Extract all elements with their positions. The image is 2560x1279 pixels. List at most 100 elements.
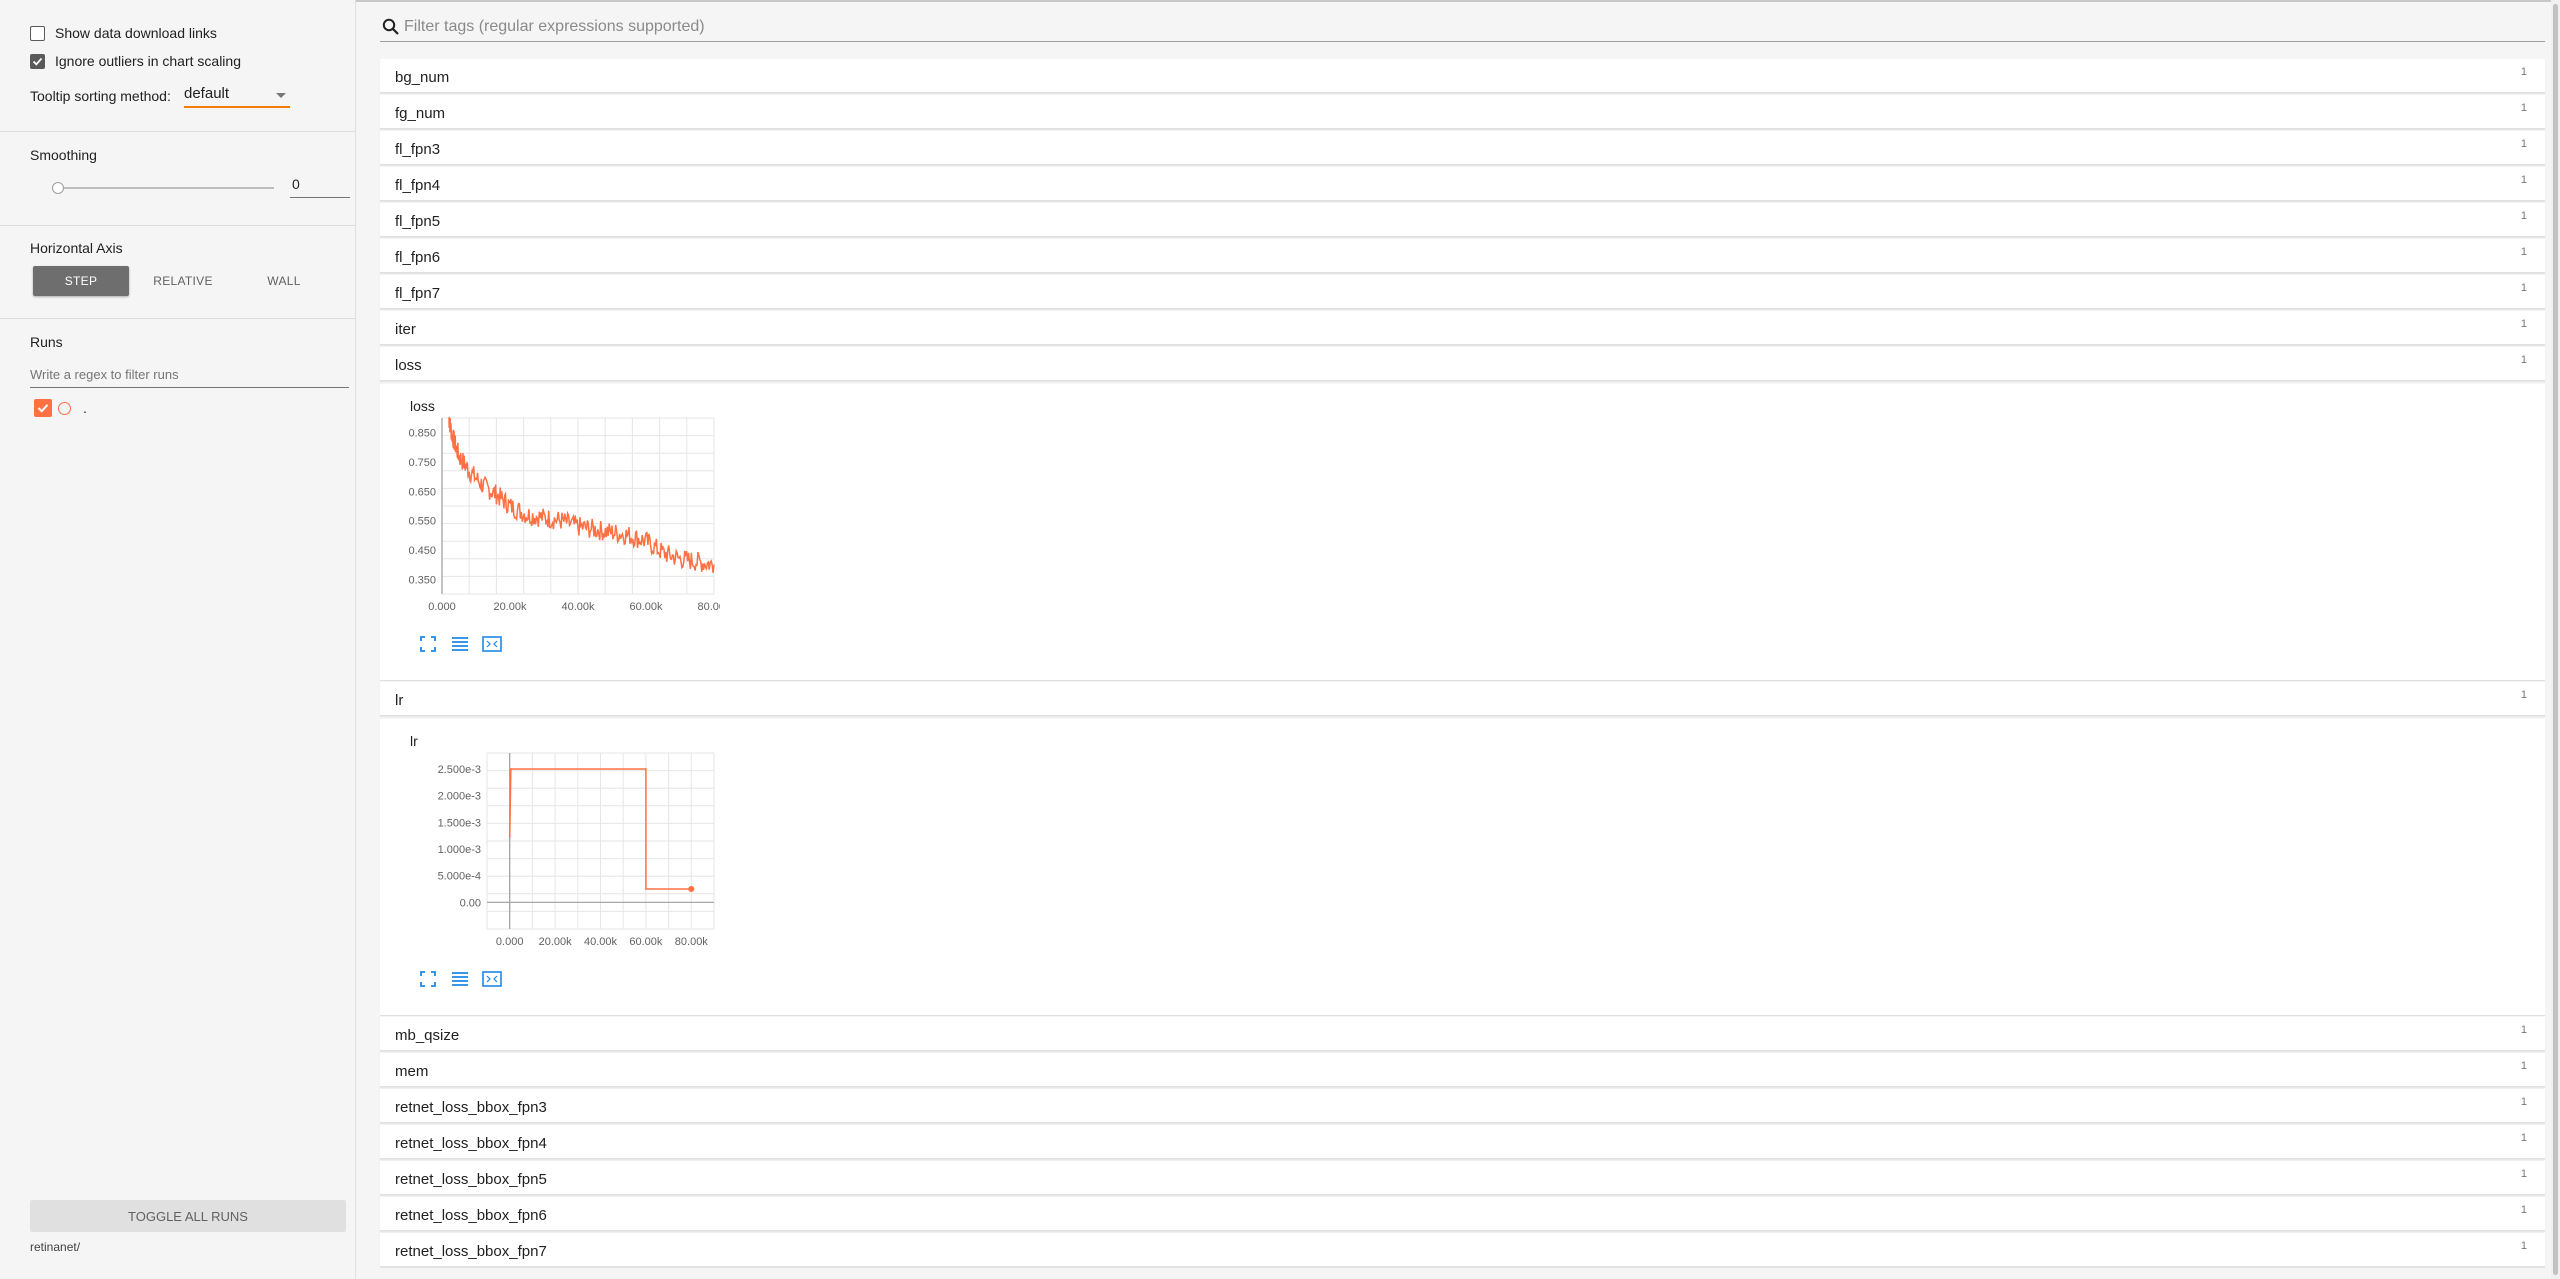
tag-name: fl_fpn5	[395, 213, 441, 230]
tag-name: fl_fpn6	[395, 249, 441, 266]
fit-domain-icon[interactable]	[482, 634, 502, 654]
y-tick-label: 2.500e-3	[438, 764, 481, 776]
tag-name: mb_qsize	[395, 1027, 460, 1044]
fullscreen-icon[interactable]	[418, 969, 438, 989]
smoothing-slider-knob[interactable]	[52, 182, 64, 194]
checkmark-icon	[37, 404, 49, 413]
ignore-outliers-checkbox[interactable]	[30, 53, 45, 69]
sidebar-divider	[0, 318, 356, 319]
smoothing-slider-track[interactable]	[58, 187, 274, 189]
tag-name: iter	[395, 321, 416, 338]
data-table-icon[interactable]	[450, 969, 470, 989]
y-tick-label: 0.750	[408, 457, 436, 469]
tag-row-mb-qsize[interactable]: mb_qsize 1	[380, 1017, 2545, 1051]
tag-row-lr[interactable]: lr 1	[380, 682, 2545, 716]
y-tick-label: 0.350	[408, 574, 436, 586]
show-download-links-label: Show data download links	[55, 25, 217, 41]
tag-count: 1	[2520, 1024, 2527, 1036]
tag-count: 1	[2520, 1168, 2527, 1180]
tag-row-fg-num[interactable]: fg_num 1	[380, 95, 2545, 129]
y-tick-label: 0.450	[408, 545, 436, 557]
tag-row-iter[interactable]: iter 1	[380, 311, 2545, 345]
run-checkbox[interactable]	[34, 399, 52, 417]
tag-row-bg-num[interactable]: bg_num 1	[380, 59, 2545, 93]
tag-row-retnet-loss-bbox-fpn6[interactable]: retnet_loss_bbox_fpn6 1	[380, 1197, 2545, 1231]
tag-row-retnet-loss-bbox-fpn4[interactable]: retnet_loss_bbox_fpn4 1	[380, 1125, 2545, 1159]
loss-chart[interactable]: 0.850 0.750 0.650 0.550 0.450 0.350 0.000 20.00…	[390, 414, 720, 624]
axis-relative-button[interactable]: RELATIVE	[135, 266, 231, 296]
tag-name: lr	[395, 692, 404, 709]
tag-row-fl-fpn6[interactable]: fl_fpn6 1	[380, 239, 2545, 273]
data-table-icon[interactable]	[450, 634, 470, 654]
tag-count: 1	[2520, 102, 2527, 114]
axis-wall-button[interactable]: WALL	[236, 266, 332, 296]
tag-row-fl-fpn4[interactable]: fl_fpn4 1	[380, 167, 2545, 201]
sidebar: Show data download links Ignore outliers…	[0, 0, 356, 1279]
runs-label: Runs	[30, 334, 63, 350]
tag-filter[interactable]: Filter tags (regular expressions support…	[380, 12, 2545, 42]
axis-step-button[interactable]: STEP	[33, 266, 129, 296]
fit-domain-icon[interactable]	[482, 969, 502, 989]
tag-count: 1	[2520, 1060, 2527, 1072]
chart-toolbar	[418, 969, 502, 989]
tag-count: 1	[2520, 246, 2527, 258]
tag-count: 1	[2520, 138, 2527, 150]
tag-name: retnet_loss_bbox_fpn5	[395, 1171, 547, 1188]
tag-name: fg_num	[395, 105, 446, 122]
x-tick-label: 80.00k	[675, 936, 709, 948]
lr-chart[interactable]: 2.500e-3 2.000e-3 1.500e-3 1.000e-3 5.000e-4…	[390, 749, 720, 959]
tag-count: 1	[2520, 210, 2527, 222]
tag-name: bg_num	[395, 69, 450, 86]
tag-count: 1	[2520, 318, 2527, 330]
top-border	[0, 0, 2560, 2]
tag-count: 1	[2520, 689, 2527, 701]
y-tick-label: 1.500e-3	[438, 817, 481, 829]
tag-row-loss[interactable]: loss 1	[380, 347, 2545, 381]
run-item[interactable]: .	[34, 399, 87, 417]
tag-name: retnet_loss_bbox_fpn7	[395, 1243, 547, 1260]
tag-count: 1	[2520, 354, 2527, 366]
x-tick-label: 0.000	[428, 601, 456, 613]
x-tick-label: 40.00k	[561, 601, 595, 613]
tag-count: 1	[2520, 1240, 2527, 1252]
chart-panel-lr: lr 2.500e-3 2.000e-3 1.500e-3 1.000e-3 5.000…	[380, 719, 2545, 1016]
scrollbar-thumb[interactable]	[2553, 4, 2558, 1275]
y-tick-label: 5.000e-4	[438, 871, 481, 883]
tag-count: 1	[2520, 174, 2527, 186]
x-tick-label: 40.00k	[584, 936, 618, 948]
ignore-outliers-label: Ignore outliers in chart scaling	[55, 53, 241, 69]
ignore-outliers-toggle[interactable]: Ignore outliers in chart scaling	[30, 53, 241, 69]
run-name: .	[83, 400, 87, 416]
smoothing-value-input[interactable]: 0	[290, 176, 350, 198]
tag-count: 1	[2520, 1132, 2527, 1144]
tag-row-fl-fpn5[interactable]: fl_fpn5 1	[380, 203, 2545, 237]
y-tick-label: 0.550	[408, 516, 436, 528]
tag-row-retnet-loss-bbox-fpn3[interactable]: retnet_loss_bbox_fpn3 1	[380, 1089, 2545, 1123]
run-color-indicator[interactable]	[58, 401, 71, 415]
tag-row-mem[interactable]: mem 1	[380, 1053, 2545, 1087]
tooltip-sorting-dropdown[interactable]: default	[184, 84, 290, 108]
show-download-links-toggle[interactable]: Show data download links	[30, 25, 217, 41]
tag-row-retnet-loss-bbox-fpn5[interactable]: retnet_loss_bbox_fpn5 1	[380, 1161, 2545, 1195]
y-tick-label: 1.000e-3	[438, 844, 481, 856]
horizontal-axis-label: Horizontal Axis	[30, 240, 123, 256]
x-tick-label: 80.00k	[697, 601, 720, 613]
chart-title: lr	[410, 733, 418, 749]
show-download-links-checkbox[interactable]	[30, 25, 45, 41]
tag-row-fl-fpn7[interactable]: fl_fpn7 1	[380, 275, 2545, 309]
tag-name: fl_fpn4	[395, 177, 441, 194]
tag-row-retnet-loss-bbox-fpn7[interactable]: retnet_loss_bbox_fpn7 1	[380, 1233, 2545, 1267]
runs-filter-input[interactable]: Write a regex to filter runs	[30, 364, 349, 388]
y-tick-label: 0.850	[408, 428, 436, 440]
tag-name: fl_fpn3	[395, 141, 441, 158]
tag-row-fl-fpn3[interactable]: fl_fpn3 1	[380, 131, 2545, 165]
tag-name: fl_fpn7	[395, 285, 441, 302]
tag-count: 1	[2520, 282, 2527, 294]
search-input[interactable]: Filter tags (regular expressions support…	[404, 18, 705, 36]
tag-count: 1	[2520, 66, 2527, 78]
sidebar-divider	[0, 225, 356, 226]
tag-name: retnet_loss_bbox_fpn3	[395, 1099, 547, 1116]
toggle-all-runs-button[interactable]: TOGGLE ALL RUNS	[30, 1200, 346, 1232]
chart-title: loss	[410, 398, 435, 414]
fullscreen-icon[interactable]	[418, 634, 438, 654]
